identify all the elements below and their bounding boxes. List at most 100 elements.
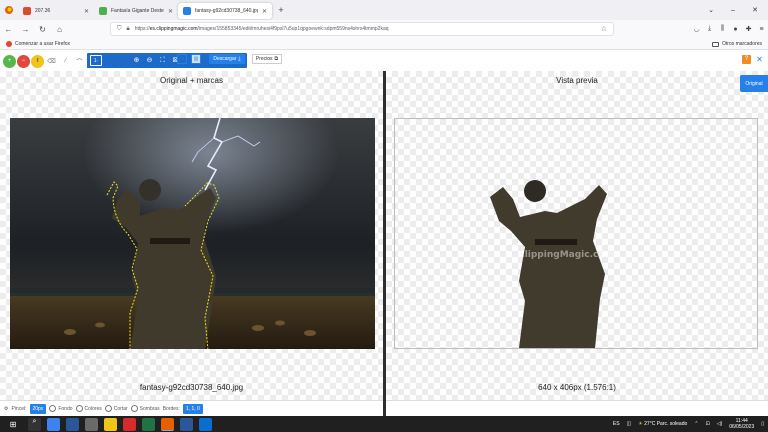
pocket-icon[interactable]: ◡ bbox=[690, 25, 703, 33]
keep-tool-icon[interactable]: + bbox=[3, 54, 16, 68]
watermark-text: ClippingMagic.com bbox=[518, 250, 614, 260]
url-text[interactable]: https://es.clippingmagic.com/images/1558… bbox=[135, 26, 596, 32]
firefox-taskbar-icon[interactable] bbox=[161, 417, 174, 431]
forward-icon[interactable]: → bbox=[17, 25, 34, 34]
shield-icon[interactable]: ⛉ bbox=[117, 26, 122, 33]
fondo-label: Fondo bbox=[58, 405, 73, 412]
cutout-preview-image: ClippingMagic.com bbox=[490, 180, 614, 348]
hair-tool-icon[interactable]: ℓ bbox=[31, 54, 44, 68]
download-arrow-icon: ⤓ bbox=[238, 56, 241, 62]
preview-pane[interactable]: Vista previa ClippingMagic.com 640 x 406… bbox=[386, 71, 768, 400]
url-bar[interactable]: ⛉ 🔒︎ https://es.clippingmagic.com/images… bbox=[110, 22, 614, 36]
pricing-label: Precios bbox=[255, 56, 273, 62]
close-tab-icon[interactable]: ✕ bbox=[84, 8, 89, 15]
clock[interactable]: 11:44 06/05/2023 bbox=[729, 418, 754, 430]
pincel-label: Pincel: bbox=[11, 405, 27, 412]
external-link-icon: ⧉ bbox=[274, 56, 279, 62]
download-icon[interactable]: ⤓ bbox=[703, 25, 716, 33]
menu-icon[interactable]: ≡ bbox=[755, 26, 768, 33]
scalpel-icon[interactable]: ∕ bbox=[59, 55, 72, 68]
tab-title: fantasy-g92cd30738_640.jpg - C bbox=[195, 8, 258, 14]
weather-sun-icon: ☀ bbox=[638, 421, 643, 427]
edges-value[interactable]: 1, 1, 0 bbox=[182, 403, 203, 414]
home-icon[interactable]: ⌂ bbox=[51, 25, 68, 34]
library-icon[interactable]: ⫼ bbox=[716, 25, 729, 33]
excel-icon[interactable] bbox=[142, 417, 155, 431]
minimize-icon[interactable]: – bbox=[722, 7, 744, 14]
preview-pane-title: Vista previa bbox=[556, 76, 598, 85]
tab-fantasia[interactable]: Fantasía Gigante Destello - Imag ✕ bbox=[94, 3, 178, 19]
colores-button[interactable]: Colores bbox=[75, 405, 102, 412]
single-view-icon[interactable]: ▭ bbox=[177, 54, 187, 64]
bordes-label: Bordes: bbox=[162, 405, 180, 412]
weather-widget[interactable]: ☀ 27°C Parc. soleado bbox=[638, 421, 687, 427]
zoom-out-icon[interactable]: ⊖ bbox=[145, 56, 154, 65]
account-icon[interactable]: ● bbox=[729, 26, 742, 33]
nav-bar: ← → ↻ ⌂ ⛉ 🔒︎ https://es.clippingmagic.co… bbox=[0, 20, 768, 38]
close-editor-icon[interactable]: ✕ bbox=[755, 55, 764, 64]
brush-size-value[interactable]: 20px bbox=[29, 403, 47, 414]
download-button[interactable]: Descargar ⤓ bbox=[209, 54, 245, 64]
tab-favicon bbox=[23, 7, 31, 15]
colors-icon bbox=[75, 405, 83, 412]
firefox-view-button[interactable] bbox=[0, 0, 18, 20]
bookmark-star-icon[interactable]: ☆ bbox=[601, 25, 607, 33]
colores-label: Colores bbox=[84, 405, 102, 412]
help-icon[interactable]: ? bbox=[742, 55, 751, 64]
opera-icon[interactable] bbox=[123, 417, 136, 431]
new-tab-button[interactable]: + bbox=[274, 5, 288, 15]
eraser-icon[interactable]: ⌫ bbox=[45, 55, 58, 68]
close-tab-icon[interactable]: ✕ bbox=[168, 8, 173, 15]
other-bookmarks[interactable]: Otros marcadores bbox=[711, 38, 762, 50]
app-icon[interactable] bbox=[85, 417, 98, 431]
original-side-tab[interactable]: Original bbox=[740, 75, 768, 92]
close-tab-icon[interactable]: ✕ bbox=[262, 8, 267, 15]
original-pane-title: Original + marcas bbox=[160, 76, 223, 85]
edge-icon[interactable] bbox=[47, 417, 60, 431]
start-menu-icon[interactable]: ⊞ bbox=[6, 420, 20, 429]
chevron-up-icon[interactable]: ⌃ bbox=[694, 421, 698, 427]
extensions-icon[interactable]: ✚ bbox=[742, 25, 755, 33]
back-icon[interactable]: ← bbox=[0, 25, 17, 34]
lasso-icon[interactable]: ⌒ bbox=[73, 55, 86, 68]
tab-207[interactable]: 207.36 ✕ bbox=[18, 3, 94, 19]
remove-tool-icon[interactable]: − bbox=[17, 54, 30, 68]
reload-icon[interactable]: ↻ bbox=[34, 25, 51, 34]
volume-icon[interactable]: ◁) bbox=[717, 421, 723, 427]
tab-favicon bbox=[183, 7, 191, 15]
tab-clippingmagic[interactable]: fantasy-g92cd30738_640.jpg - C ✕ bbox=[178, 3, 272, 19]
list-all-tabs-icon[interactable]: ⌄ bbox=[700, 0, 722, 20]
fondo-button[interactable]: Fondo bbox=[49, 405, 73, 412]
brush-size-button[interactable]: 1· bbox=[90, 55, 102, 66]
brush-settings-bar: ⚙ Pincel: 20px Fondo Colores Cortar Somb… bbox=[0, 400, 383, 416]
settings-gear-icon[interactable]: ⚙ bbox=[4, 406, 8, 412]
outlook-icon[interactable] bbox=[199, 417, 212, 431]
notifications-icon[interactable]: ▯ bbox=[761, 421, 764, 427]
cortar-button[interactable]: Cortar bbox=[104, 405, 128, 412]
sombras-button[interactable]: Sombras bbox=[130, 405, 160, 412]
zoom-in-icon[interactable]: ⊕ bbox=[132, 56, 141, 65]
original-image[interactable] bbox=[10, 118, 375, 349]
network-icon[interactable]: ⊡ bbox=[705, 421, 709, 427]
language-indicator[interactable]: ES bbox=[613, 421, 620, 427]
search-icon[interactable]: ⌕ bbox=[28, 417, 41, 431]
original-pane[interactable]: Original + marcas fantasy-g92cd30738_640… bbox=[0, 71, 383, 400]
dual-view-icon[interactable]: ▥ bbox=[191, 54, 201, 64]
close-window-icon[interactable]: ✕ bbox=[744, 6, 766, 14]
file-explorer-icon[interactable] bbox=[104, 417, 117, 431]
word-icon[interactable] bbox=[180, 417, 193, 431]
windows-taskbar: ⊞ ⌕ ES ◫ ☀ 27°C Parc. soleado ⌃ ⊡ ◁) 11:… bbox=[0, 416, 768, 432]
preview-image[interactable]: ClippingMagic.com bbox=[394, 118, 758, 349]
fit-view-icon[interactable]: ⛶ bbox=[158, 56, 167, 65]
original-filename: fantasy-g92cd30738_640.jpg bbox=[139, 383, 244, 392]
lock-icon[interactable]: 🔒︎ bbox=[127, 26, 130, 33]
preview-bottom-bar bbox=[386, 400, 768, 416]
fantasy-scene-image bbox=[10, 118, 375, 349]
clock-date: 06/05/2023 bbox=[729, 424, 755, 430]
chat-icon[interactable]: ◫ bbox=[627, 421, 632, 427]
tab-title: Fantasía Gigante Destello - Imag bbox=[111, 8, 164, 14]
bookmark-getting-started[interactable]: Comenzar a usar Firefox bbox=[0, 40, 70, 47]
pricing-button[interactable]: Precios ⧉ bbox=[252, 54, 282, 64]
sombras-label: Sombras bbox=[139, 405, 160, 412]
photos-icon[interactable] bbox=[66, 417, 79, 431]
